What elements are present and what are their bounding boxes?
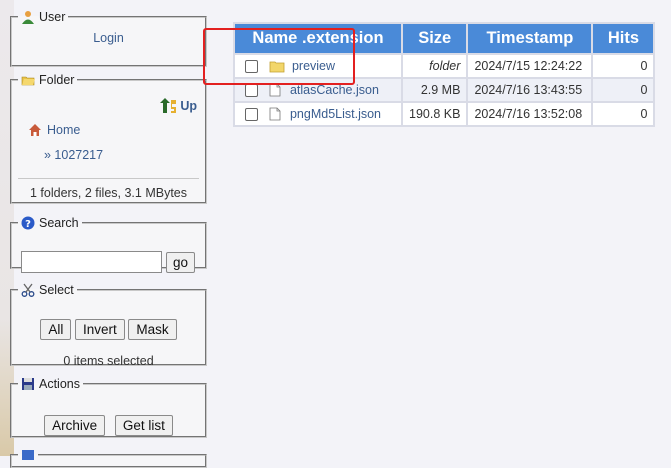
timestamp-cell: 2024/7/16 13:43:55 — [468, 79, 592, 101]
sidebar: User Login Folder Up Home » 1027217 1 fo… — [0, 0, 218, 468]
search-panel: ? Search go — [10, 216, 207, 273]
up-arrow-icon — [160, 98, 177, 113]
user-icon — [22, 11, 34, 24]
user-legend: User — [18, 10, 68, 24]
up-button[interactable]: Up — [159, 97, 197, 115]
actions-legend: Actions — [18, 377, 83, 391]
col-hits-header[interactable]: Hits — [593, 24, 654, 53]
file-link[interactable]: preview — [292, 59, 335, 73]
actions-legend-label: Actions — [39, 377, 80, 391]
search-legend-label: Search — [39, 216, 79, 230]
timestamp-cell: 2024/7/15 12:24:22 — [468, 55, 592, 77]
timestamp-cell: 2024/7/16 13:52:08 — [468, 103, 592, 125]
table-row: pngMd5List.json 190.8 KB 2024/7/16 13:52… — [235, 103, 654, 125]
svg-text:?: ? — [25, 219, 31, 230]
home-icon — [29, 124, 41, 136]
search-go-button[interactable]: go — [166, 251, 196, 273]
col-name-header[interactable]: Name .extension — [235, 24, 401, 53]
home-link[interactable]: Home — [28, 123, 80, 137]
hits-cell: 0 — [593, 79, 654, 101]
hits-cell: 0 — [593, 103, 654, 125]
name-cell: atlasCache.json — [235, 79, 401, 101]
folder-crumb[interactable]: » 1027217 — [44, 147, 103, 162]
select-invert-button[interactable]: Invert — [74, 319, 125, 340]
name-cell: pngMd5List.json — [235, 103, 401, 125]
col-timestamp-header[interactable]: Timestamp — [468, 24, 592, 53]
row-checkbox[interactable] — [245, 60, 258, 74]
folder-summary: 1 folders, 2 files, 3.1 MBytes — [29, 186, 187, 200]
file-icon — [270, 83, 281, 97]
row-checkbox[interactable] — [245, 107, 258, 121]
col-size-header[interactable]: Size — [403, 24, 467, 53]
folder-icon — [270, 61, 285, 73]
row-checkbox[interactable] — [245, 83, 258, 97]
actions-panel: Actions Archive Get list — [10, 377, 207, 438]
size-cell: 190.8 KB — [403, 103, 467, 125]
hits-cell: 0 — [593, 55, 654, 77]
get-list-button[interactable]: Get list — [114, 415, 173, 436]
search-input[interactable] — [21, 251, 162, 273]
file-table: Name .extension Size Timestamp Hits prev… — [233, 22, 656, 127]
folder-crumb-label: » 1027217 — [44, 148, 104, 162]
selection-status: 0 items selected — [63, 354, 154, 368]
folder-legend: Folder — [18, 73, 77, 87]
search-legend: ? Search — [18, 216, 82, 230]
table-header-row: Name .extension Size Timestamp Hits — [235, 24, 654, 53]
table-row: preview folder 2024/7/15 12:24:22 0 — [235, 55, 654, 77]
folder-open-icon — [21, 76, 35, 86]
size-cell: 2.9 MB — [403, 79, 467, 101]
table-row: atlasCache.json 2.9 MB 2024/7/16 13:43:5… — [235, 79, 654, 101]
select-panel: Select All Invert Mask 0 items selected — [10, 283, 207, 368]
save-icon — [22, 378, 34, 390]
home-label: Home — [47, 123, 81, 137]
divider — [18, 178, 199, 179]
name-cell: preview — [235, 55, 401, 77]
select-all-button[interactable]: All — [40, 319, 72, 340]
select-legend-label: Select — [39, 283, 74, 297]
next-panel-partial — [10, 448, 207, 468]
folder-panel: Folder Up Home » 1027217 1 folders, 2 fi… — [10, 73, 207, 204]
user-panel: User Login — [10, 10, 207, 67]
size-cell: folder — [403, 55, 467, 77]
file-icon — [270, 107, 281, 121]
next-panel-legend — [18, 448, 38, 462]
up-label: Up — [180, 99, 197, 113]
select-legend: Select — [18, 283, 77, 297]
select-mask-button[interactable]: Mask — [128, 319, 177, 340]
scissors-icon — [21, 283, 35, 297]
login-link[interactable]: Login — [93, 31, 124, 45]
file-link[interactable]: pngMd5List.json — [290, 107, 381, 121]
info-panel-icon — [22, 450, 34, 460]
help-icon: ? — [21, 216, 35, 230]
file-link[interactable]: atlasCache.json — [290, 83, 379, 97]
folder-legend-label: Folder — [39, 73, 75, 87]
archive-button[interactable]: Archive — [44, 415, 106, 436]
user-legend-label: User — [39, 10, 66, 24]
